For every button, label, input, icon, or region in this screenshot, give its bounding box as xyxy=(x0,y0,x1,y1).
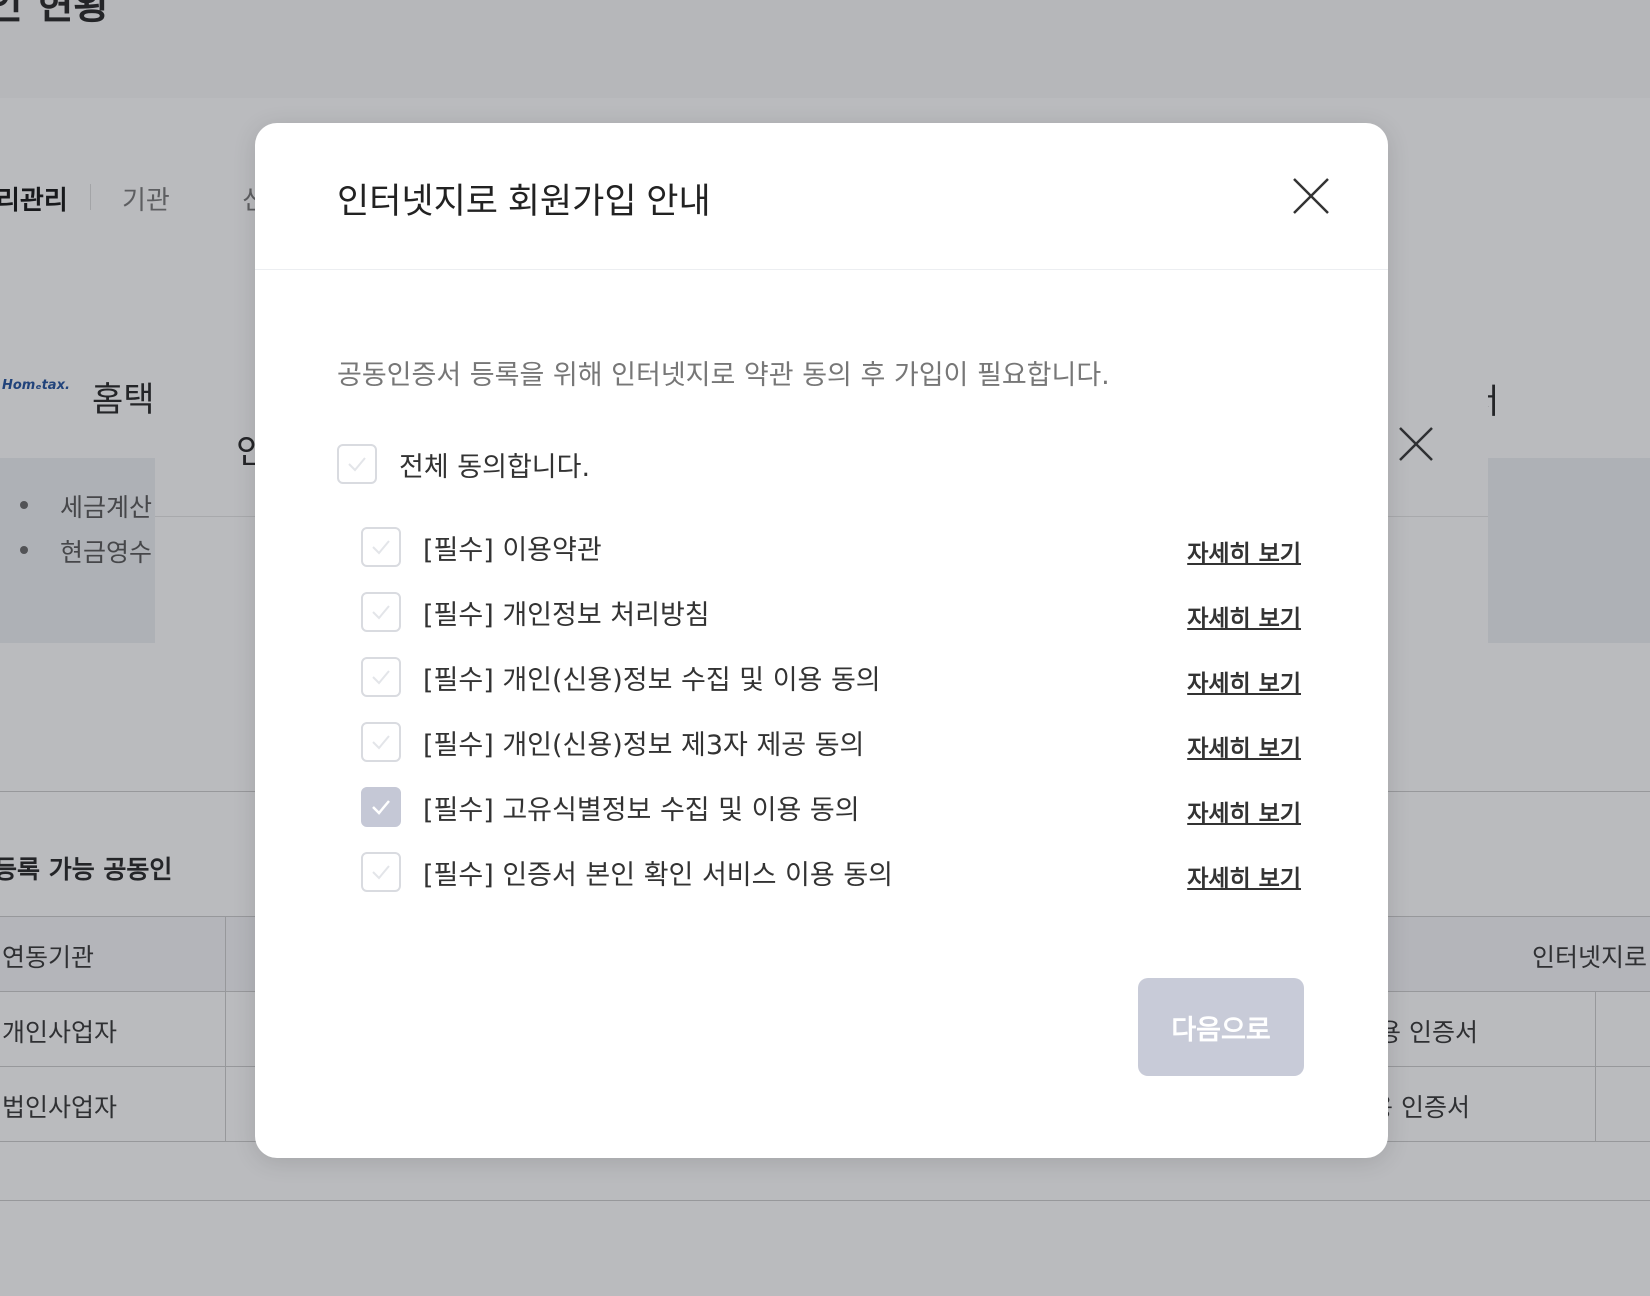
signup-dialog: 인터넷지로 회원가입 안내 공동인증서 등록을 위해 인터넷지로 약관 동의 후… xyxy=(255,123,1388,1158)
check-icon xyxy=(372,865,390,880)
view-details-link[interactable]: 자세히 보기 xyxy=(1187,729,1301,763)
next-button[interactable]: 다음으로 xyxy=(1138,978,1304,1076)
term-checkbox[interactable] xyxy=(361,787,401,827)
view-details-link[interactable]: 자세히 보기 xyxy=(1187,859,1301,893)
check-icon xyxy=(372,670,390,685)
term-label: [필수] 인증서 본인 확인 서비스 이용 동의 xyxy=(423,859,894,891)
view-details-link[interactable]: 자세히 보기 xyxy=(1187,794,1301,828)
term-label: [필수] 개인(신용)정보 제3자 제공 동의 xyxy=(423,729,865,761)
term-row-privacy-policy: [필수] 개인정보 처리방침 자세히 보기 xyxy=(361,591,1301,633)
agree-all-label: 전체 동의합니다. xyxy=(399,451,591,483)
term-checkbox[interactable] xyxy=(361,852,401,892)
check-icon xyxy=(372,605,390,620)
term-checkbox[interactable] xyxy=(361,657,401,697)
term-row-terms-of-use: [필수] 이용약관 자세히 보기 xyxy=(361,526,1301,568)
check-icon xyxy=(372,735,390,750)
term-label: [필수] 고유식별정보 수집 및 이용 동의 xyxy=(423,794,860,826)
checkbox-box[interactable] xyxy=(337,444,377,484)
check-icon xyxy=(372,800,390,815)
check-icon xyxy=(372,540,390,555)
term-label: [필수] 개인정보 처리방침 xyxy=(423,599,710,631)
term-label: [필수] 이용약관 xyxy=(423,534,602,566)
term-row-unique-id: [필수] 고유식별정보 수집 및 이용 동의 자세히 보기 xyxy=(361,786,1301,828)
view-details-link[interactable]: 자세히 보기 xyxy=(1187,599,1301,633)
dialog-title: 인터넷지로 회원가입 안내 xyxy=(337,182,711,221)
term-checkbox[interactable] xyxy=(361,527,401,567)
term-label: [필수] 개인(신용)정보 수집 및 이용 동의 xyxy=(423,664,881,696)
term-row-third-party: [필수] 개인(신용)정보 제3자 제공 동의 자세히 보기 xyxy=(361,721,1301,763)
check-icon xyxy=(348,457,366,472)
term-checkbox[interactable] xyxy=(361,722,401,762)
view-details-link[interactable]: 자세히 보기 xyxy=(1187,664,1301,698)
term-row-identity-verification: [필수] 인증서 본인 확인 서비스 이용 동의 자세히 보기 xyxy=(361,851,1301,893)
agree-all-checkbox[interactable]: 전체 동의합니다. xyxy=(337,443,590,485)
close-icon[interactable] xyxy=(1290,175,1332,217)
dialog-description: 공동인증서 등록을 위해 인터넷지로 약관 동의 후 가입이 필요합니다. xyxy=(337,360,1110,391)
view-details-link[interactable]: 자세히 보기 xyxy=(1187,534,1301,568)
term-row-credit-info-collection: [필수] 개인(신용)정보 수집 및 이용 동의 자세히 보기 xyxy=(361,656,1301,698)
term-checkbox[interactable] xyxy=(361,592,401,632)
dialog-divider xyxy=(255,269,1388,270)
